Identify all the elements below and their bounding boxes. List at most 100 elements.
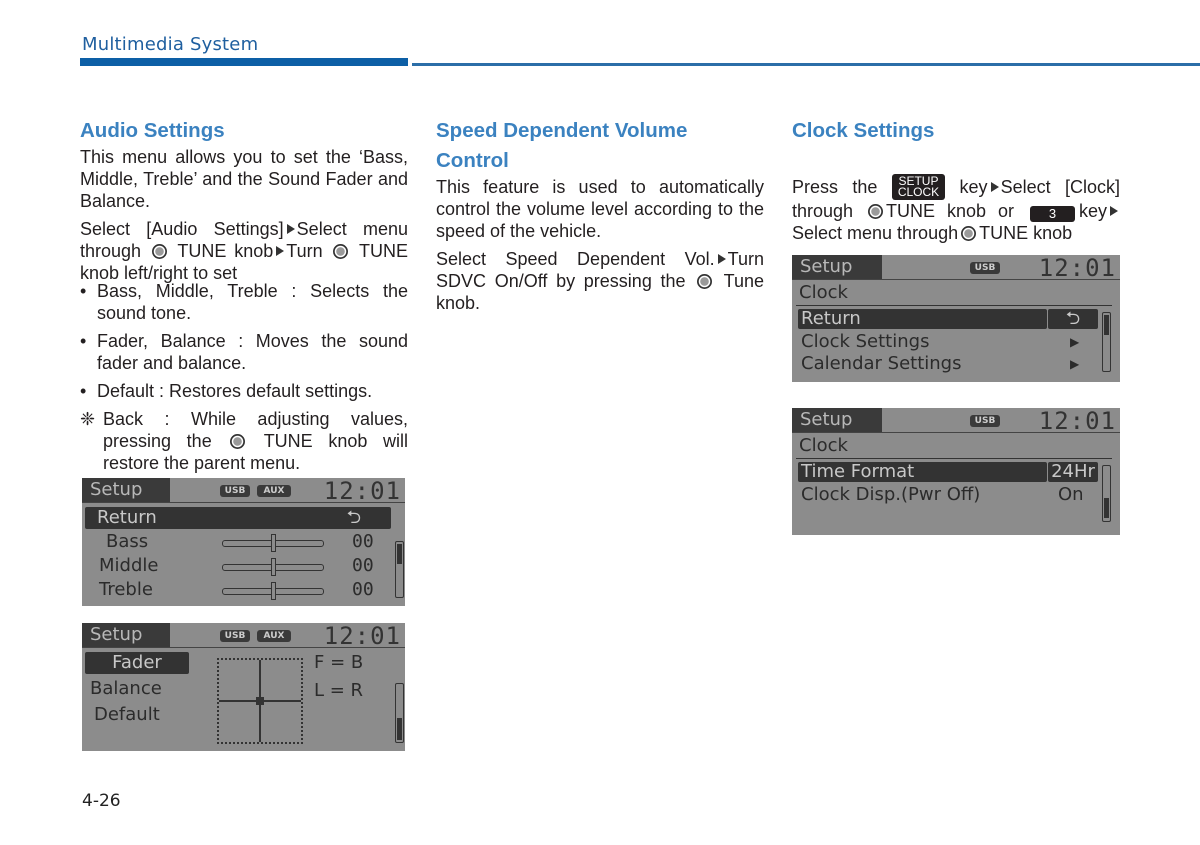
- treble-slider[interactable]: [222, 582, 324, 600]
- step-text: TUNE knob: [979, 223, 1073, 243]
- fader-balance-grid[interactable]: [217, 658, 303, 744]
- tone-label-treble: Treble: [99, 579, 153, 600]
- sdvc-intro: This feature is used to automatically co…: [436, 177, 764, 241]
- header-rule: [412, 63, 1200, 66]
- submenu-arrow-icon: ▶: [1070, 335, 1080, 349]
- tone-label-middle: Middle: [99, 555, 159, 576]
- lcd-tab-setup: Setup: [82, 478, 170, 502]
- tune-knob-icon: [697, 274, 713, 289]
- audio-settings-steps: Select [Audio Settings] Select menu throu…: [80, 218, 408, 284]
- return-arrow-icon[interactable]: ⮌: [1048, 309, 1098, 329]
- arrow-right-icon: [286, 224, 295, 234]
- bullet-item: Bass, Middle, Treble : Selects the sound…: [80, 280, 408, 324]
- scrollbar-thumb[interactable]: [397, 544, 402, 564]
- lcd-tab-setup: Setup: [792, 255, 882, 279]
- menu-item-return[interactable]: Return: [798, 309, 1047, 329]
- bullet-item: Fader, Balance : Moves the sound fader a…: [80, 330, 408, 374]
- step-text: Select Speed Dependent Vol.: [436, 249, 715, 269]
- heading-line: Speed Dependent Volume: [436, 119, 688, 142]
- step-text: Press the: [792, 177, 878, 197]
- bass-value: 00: [352, 531, 374, 552]
- lcd-tab-setup: Setup: [792, 408, 882, 432]
- slider-handle[interactable]: [271, 534, 276, 552]
- arrow-right-icon: [717, 254, 726, 264]
- scrollbar[interactable]: [395, 541, 404, 598]
- tune-knob-icon: [868, 204, 884, 219]
- header-bar: [80, 58, 408, 66]
- return-arrow-icon: ⮌: [346, 507, 361, 528]
- slider-handle[interactable]: [271, 582, 276, 600]
- step-text: Select menu through: [792, 223, 959, 243]
- middle-slider[interactable]: [222, 558, 324, 576]
- arrow-right-icon: [1109, 206, 1118, 216]
- lcd-clock: 12:01: [323, 478, 401, 505]
- usb-badge: USB: [970, 262, 1000, 274]
- bass-slider[interactable]: [222, 534, 324, 552]
- clock-instructions: Press the SETUP CLOCK key Select [Clock] t…: [792, 174, 1120, 244]
- step-text: TUNE knob or: [886, 201, 1014, 221]
- scrollbar-thumb[interactable]: [1104, 315, 1109, 335]
- tone-label-bass: Bass: [106, 531, 149, 552]
- step-text: Turn: [286, 241, 323, 261]
- sdvc-steps: Select Speed Dependent Vol. Turn SDVC On/…: [436, 248, 764, 314]
- middle-value: 00: [352, 555, 374, 576]
- lcd-screen-tone: Setup USB AUX 12:01 Return ⮌ Bass 00 Mid…: [82, 478, 405, 606]
- number-key-icon: 3: [1029, 206, 1075, 222]
- scrollbar-thumb[interactable]: [1104, 498, 1109, 518]
- fader-readout: F = B: [314, 652, 364, 673]
- page-number: 4-26: [82, 791, 121, 811]
- scrollbar[interactable]: [1102, 312, 1111, 372]
- audio-settings-intro: This menu allows you to set the ‘Bass, M…: [80, 147, 408, 211]
- usb-badge: USB: [220, 485, 250, 497]
- clock-settings-heading: Clock Settings: [792, 119, 935, 142]
- audio-settings-section: Audio Settings This menu allows you to s…: [80, 116, 408, 474]
- scrollbar[interactable]: [1102, 465, 1111, 522]
- scrollbar[interactable]: [395, 683, 404, 743]
- menu-item-calendar-settings[interactable]: Calendar Settings: [801, 353, 962, 375]
- aux-badge: AUX: [257, 630, 291, 642]
- menu-item-fader[interactable]: Fader: [85, 652, 189, 674]
- treble-value: 00: [352, 579, 374, 600]
- arrow-right-icon: [990, 182, 999, 192]
- heading-line: Control: [436, 149, 509, 172]
- menu-item-clock-display[interactable]: Clock Disp.(Pwr Off): [801, 484, 980, 506]
- usb-badge: USB: [220, 630, 250, 642]
- sdvc-section: Speed Dependent Volume Control This featu…: [436, 116, 764, 314]
- subtitle-divider: [796, 305, 1112, 306]
- tune-knob-icon: [961, 226, 977, 241]
- clock-settings-section: Clock Settings Press the SETUP CLOCK key S…: [792, 116, 1120, 244]
- step-text: TUNE knob: [177, 241, 274, 261]
- setup-clock-key-icon: SETUP CLOCK: [891, 174, 946, 200]
- lcd-screen-clock-menu: Setup USB 12:01 Clock Return ⮌ Clock Set…: [792, 255, 1120, 382]
- menu-item-time-format[interactable]: Time Format: [798, 462, 1047, 482]
- slider-handle[interactable]: [271, 558, 276, 576]
- key-label: CLOCK: [897, 185, 940, 199]
- menu-item-return[interactable]: Return ⮌: [85, 507, 391, 529]
- scrollbar-thumb[interactable]: [397, 718, 402, 740]
- menu-item-balance[interactable]: Balance: [90, 678, 162, 700]
- balance-readout: L = R: [314, 680, 364, 701]
- menu-item-default[interactable]: Default: [94, 704, 160, 726]
- time-format-value[interactable]: 24Hr: [1048, 462, 1098, 482]
- arrow-right-icon: [276, 246, 285, 256]
- lcd-clock: 12:01: [323, 623, 401, 650]
- lcd-screen-fader: Setup USB AUX 12:01 Fader Balance Defaul…: [82, 623, 405, 751]
- section-title: Multimedia System: [82, 34, 259, 55]
- lcd-clock: 12:01: [1038, 255, 1116, 282]
- tune-knob-icon: [151, 244, 167, 259]
- audio-settings-heading: Audio Settings: [80, 119, 225, 142]
- step-text: key: [1078, 201, 1107, 221]
- back-note: ❈ Back : While adjusting values, pressin…: [80, 408, 408, 474]
- audio-bullets: Bass, Middle, Treble : Selects the sound…: [80, 280, 408, 402]
- lcd-screen-time-format: Setup USB 12:01 Clock Time Format 24Hr C…: [792, 408, 1120, 535]
- step-text: key: [959, 177, 988, 197]
- menu-item-label: Return: [97, 507, 157, 528]
- clock-display-value: On: [1058, 484, 1084, 505]
- step-text: Select [Audio Settings]: [80, 219, 284, 239]
- menu-item-clock-settings[interactable]: Clock Settings: [801, 331, 929, 353]
- usb-badge: USB: [970, 415, 1000, 427]
- lcd-clock: 12:01: [1038, 408, 1116, 435]
- position-marker[interactable]: [256, 697, 264, 705]
- bullet-item: Default : Restores default settings.: [80, 380, 408, 402]
- tune-knob-icon: [333, 244, 349, 259]
